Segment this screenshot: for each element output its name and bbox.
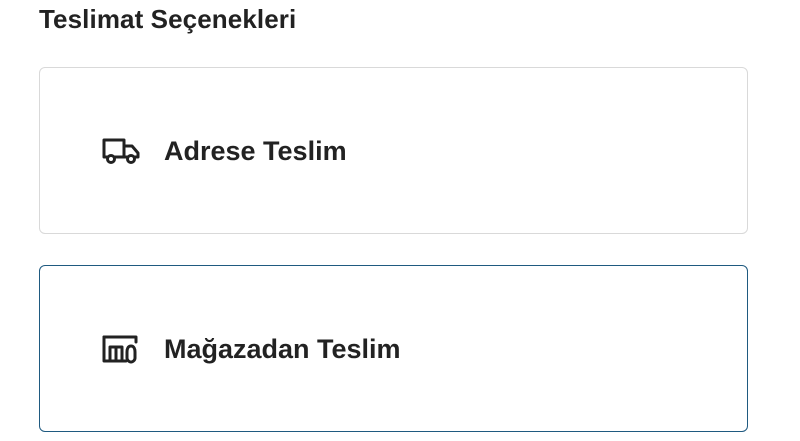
delivery-option-store-content: Mağazadan Teslim xyxy=(102,333,401,365)
delivery-option-store-label: Mağazadan Teslim xyxy=(164,333,401,364)
section-title: Teslimat Seçenekleri xyxy=(39,4,297,34)
store-icon xyxy=(102,333,142,365)
delivery-option-address[interactable]: Adrese Teslim xyxy=(39,67,748,234)
truck-icon xyxy=(102,135,142,167)
delivery-option-store[interactable]: Mağazadan Teslim xyxy=(39,265,748,432)
delivery-option-address-label: Adrese Teslim xyxy=(164,135,347,166)
delivery-options-page: Teslimat Seçenekleri Adrese Teslim Mağaz… xyxy=(0,0,800,441)
delivery-option-address-content: Adrese Teslim xyxy=(102,135,347,167)
